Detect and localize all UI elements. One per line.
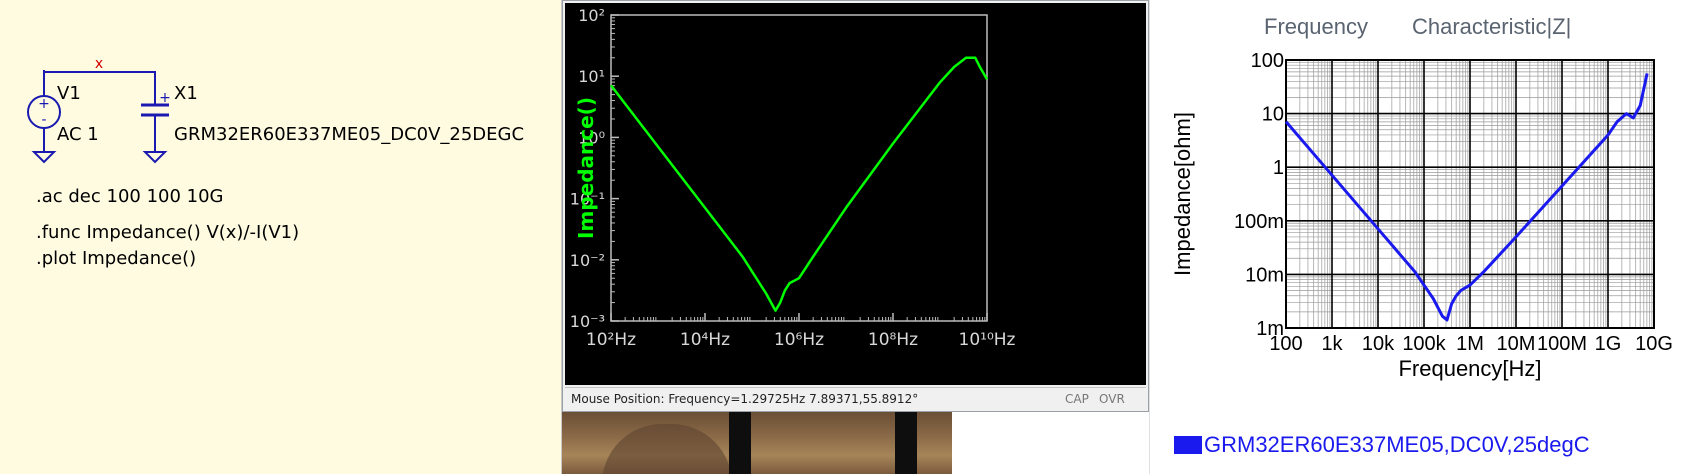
y-tick-label: 10¹	[578, 67, 605, 86]
ltspice-impedance-chart: 10²Hz 10⁴Hz 10⁶Hz 10⁸Hz 10¹⁰Hz10⁻³10⁻²10⁻¹10…	[570, 6, 1016, 350]
waveform-plot-area[interactable]: 10²Hz 10⁴Hz 10⁶Hz 10⁸Hz 10¹⁰Hz 10⁻³ 10⁻² 10⁻¹ 10…	[565, 3, 1146, 385]
y-tick-label: 10⁻³	[570, 312, 605, 331]
ground-icon	[142, 151, 168, 164]
y-tick-label: 100m	[1234, 211, 1284, 233]
source-value: AC 1	[57, 124, 99, 145]
x-tick-label: 100k	[1402, 333, 1446, 355]
x-tick-label: 10⁴Hz	[680, 330, 730, 350]
x-tick-label: 10G	[1635, 333, 1673, 355]
y-tick-label: 10	[1262, 104, 1284, 126]
y-tick-label: 1	[1273, 157, 1284, 179]
part-value: GRM32ER60E337ME05_DC0V_25DEGC	[174, 124, 525, 145]
y-tick-label: 10m	[1245, 264, 1284, 286]
x-tick-label: 10M	[1497, 333, 1536, 355]
legend-label: GRM32ER60E337ME05,DC0V,25degC	[1204, 432, 1590, 457]
x-tick-label: 10²Hz	[586, 330, 636, 350]
x-tick-label: 1M	[1456, 333, 1484, 355]
ground-icon	[31, 151, 57, 164]
y-tick-label: 10²	[578, 6, 605, 25]
ovr-indicator: OVR	[1099, 392, 1125, 406]
directive-func: .func Impedance() V(x)/-I(V1)	[36, 222, 300, 243]
x-tick-label: 1G	[1595, 333, 1622, 355]
x-tick-label: 10¹⁰Hz	[959, 330, 1016, 350]
part-name: X1	[174, 83, 198, 104]
schematic-panel[interactable]: + - x + V1 AC 1 X1 GRM32ER60E337ME05_DC0…	[0, 0, 562, 474]
x-tick-label: 10⁸Hz	[868, 330, 918, 350]
directive-ac: .ac dec 100 100 10G	[36, 186, 224, 207]
directive-plot: .plot Impedance()	[36, 248, 197, 269]
impedance-trace	[610, 56, 989, 312]
waveform-window[interactable]: 10²Hz 10⁴Hz 10⁶Hz 10⁸Hz 10¹⁰Hz 10⁻³ 10⁻² 10⁻¹ 10…	[562, 0, 1149, 412]
y-axis-label: Impedance[ohm]	[1170, 112, 1195, 276]
plot-frame	[610, 14, 988, 322]
datasheet-impedance-chart: 100 1k 10k 100k 1M 10M 100M 1G 10G1m10m100m11010…	[1170, 50, 1673, 381]
x-tick-label: 100M	[1537, 333, 1587, 355]
plus-mark: +	[159, 90, 171, 106]
chart-legend: GRM32ER60E337ME05,DC0V,25degC	[1174, 432, 1590, 458]
source-name: V1	[57, 83, 81, 104]
chart-title-characteristic: Characteristic|Z|	[1412, 14, 1572, 39]
y-axis-label: Impedance()	[574, 97, 598, 239]
chart-title-frequency: Frequency	[1264, 14, 1368, 39]
cap-indicator: CAP	[1065, 392, 1089, 406]
x-tick-label: 10k	[1362, 333, 1395, 355]
legend-swatch	[1174, 436, 1202, 454]
y-tick-label: 100	[1251, 50, 1284, 72]
desktop-background-image	[562, 412, 952, 474]
mouse-position-readout: Mouse Position: Frequency=1.29725Hz 7.89…	[571, 392, 919, 406]
node-mark: x	[95, 56, 103, 72]
y-tick-label: 1m	[1256, 318, 1284, 340]
svg-text:+: +	[38, 96, 50, 112]
x-tick-label: 1k	[1321, 333, 1343, 355]
status-bar: Mouse Position: Frequency=1.29725Hz 7.89…	[565, 387, 1146, 410]
datasheet-chart-panel: Frequency Characteristic|Z| 100 1k 10k 100k…	[1149, 0, 1708, 474]
x-axis-label: Frequency[Hz]	[1398, 356, 1541, 381]
y-tick-label: 10⁻²	[570, 251, 605, 270]
x-tick-label: 10⁶Hz	[774, 330, 824, 350]
svg-text:-: -	[41, 112, 46, 128]
